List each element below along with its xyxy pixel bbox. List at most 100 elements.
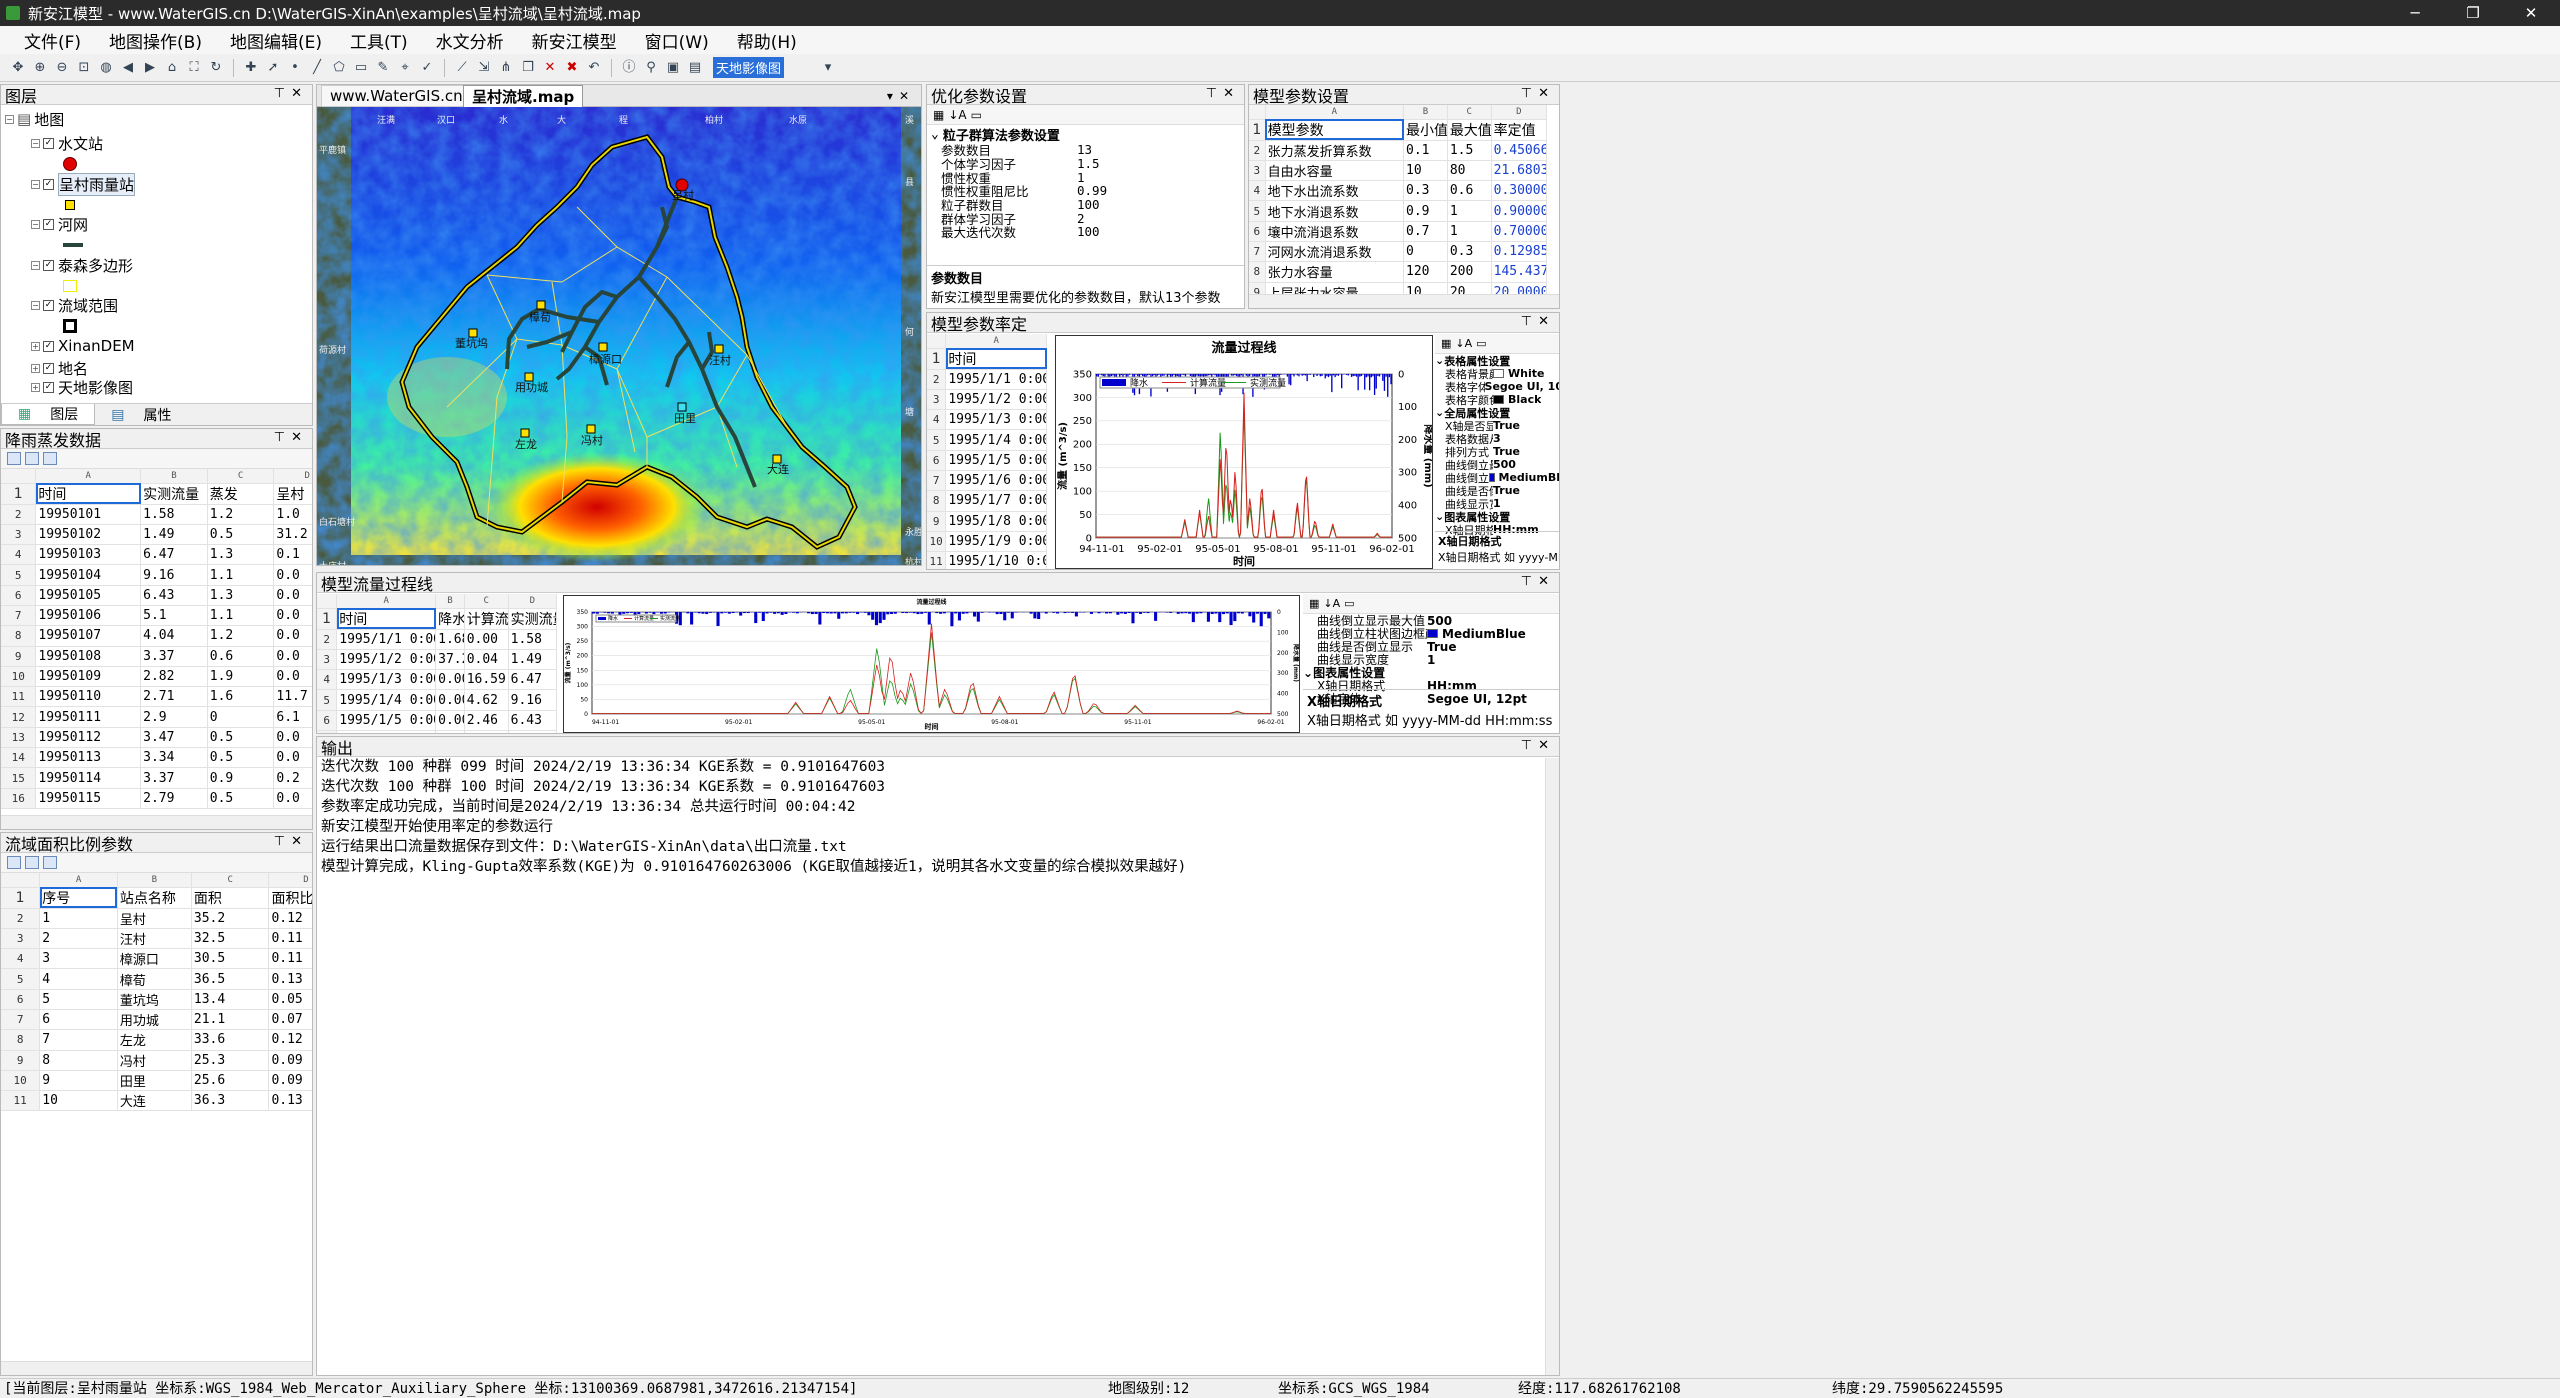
table-cell[interactable]: 董坑坞	[117, 989, 191, 1009]
table-cell[interactable]: 0.6	[207, 646, 274, 666]
column-letter[interactable]: D	[269, 873, 313, 887]
table-cell[interactable]: 0.05	[269, 989, 313, 1009]
header-cell[interactable]: 模型参数	[1265, 119, 1403, 140]
table-cell[interactable]: 33.6	[191, 1030, 269, 1050]
table-cell[interactable]: 0.0	[274, 666, 313, 686]
table-cell[interactable]: 1.1	[207, 565, 274, 585]
table-cell[interactable]: 左龙	[117, 1030, 191, 1050]
edit-icon[interactable]: ✎	[375, 60, 391, 76]
table-cell[interactable]: 0	[1404, 241, 1448, 261]
table-cell[interactable]: 0.13	[269, 969, 313, 989]
panel-pin-close-icon[interactable]: ⊤✕	[274, 86, 308, 101]
table-cell[interactable]: 0.0	[274, 646, 313, 666]
menu-tools[interactable]: 工具(T)	[336, 28, 422, 53]
column-letter[interactable]: B	[117, 873, 191, 887]
table-cell[interactable]: 地下水出流系数	[1265, 181, 1403, 201]
table-cell[interactable]: 0.3	[1404, 181, 1448, 201]
table-cell[interactable]: 1995/1/1 0:00:00	[946, 369, 1047, 389]
table-cell[interactable]: 2.9	[141, 707, 208, 727]
table-cell[interactable]: 6	[40, 1009, 118, 1029]
panel-pin-close-icon[interactable]: ⊤✕	[1521, 86, 1555, 101]
header-cell[interactable]: 面积比例	[269, 887, 313, 908]
table-cell[interactable]: 1.58	[141, 504, 208, 524]
corner-cell[interactable]	[1, 469, 36, 483]
expand-icon[interactable]: +	[31, 342, 40, 351]
table-cell[interactable]: 36.3	[191, 1091, 269, 1111]
table-cell[interactable]: 地下水消退系数	[1265, 201, 1403, 221]
table-cell[interactable]: 1.3	[207, 545, 274, 565]
table-cell[interactable]: 1995/1/4 0:00:00	[946, 430, 1047, 450]
table-cell[interactable]: 1.68	[436, 629, 465, 649]
export-icon[interactable]	[43, 856, 57, 869]
table-cell[interactable]: 0.00	[436, 670, 465, 690]
table-cell[interactable]: 19950110	[36, 687, 141, 707]
table-cell[interactable]: 1	[1447, 221, 1491, 241]
table-cell[interactable]: 3.37	[141, 646, 208, 666]
table-cell[interactable]: 1.1	[207, 605, 274, 625]
binoculars-icon[interactable]: ⚲	[643, 60, 659, 76]
column-letter[interactable]: C	[464, 594, 508, 608]
header-cell[interactable]: 最大值	[1447, 119, 1491, 140]
header-cell[interactable]: 最小值	[1404, 119, 1448, 140]
table-cell[interactable]: 32.5	[191, 928, 269, 948]
table-cell[interactable]: 19950112	[36, 727, 141, 747]
column-letter[interactable]: A	[946, 334, 1047, 348]
table-cell[interactable]: 1995/1/7 0:00:00	[946, 491, 1047, 511]
layer-root[interactable]: −▤地图	[1, 107, 312, 132]
sort-alpha-icon[interactable]: ↓A	[1455, 337, 1472, 350]
property-value[interactable]: 1	[1427, 653, 1435, 667]
property-value[interactable]: True	[1493, 419, 1520, 432]
snap-icon[interactable]: ⋔	[498, 60, 514, 76]
property-row[interactable]: 最大迭代次数100	[927, 225, 1244, 239]
identify-icon[interactable]: ⓘ	[621, 60, 637, 76]
table-cell[interactable]: 田里	[117, 1070, 191, 1090]
collapse-icon[interactable]: −	[31, 301, 40, 310]
table-cell[interactable]: 13.4	[191, 989, 269, 1009]
table-cell[interactable]: 0.9	[207, 768, 274, 788]
table-cell[interactable]: 1.5	[1447, 140, 1491, 160]
table-cell[interactable]: 19950115	[36, 788, 141, 808]
table-cell[interactable]: 0.00	[436, 710, 465, 730]
copy-icon[interactable]: ❐	[520, 60, 536, 76]
header-cell[interactable]: 站点名称	[117, 887, 191, 908]
refresh-icon[interactable]: ↻	[208, 60, 224, 76]
table-cell[interactable]: 11.7	[274, 687, 313, 707]
add-row-icon[interactable]	[7, 856, 21, 869]
header-cell[interactable]: 率定值	[1491, 119, 1546, 140]
table-cell[interactable]: 2.79	[141, 788, 208, 808]
layer-checkbox[interactable]: ✓	[43, 138, 54, 149]
header-cell[interactable]: 时间	[337, 608, 436, 629]
table-cell[interactable]: 冯村	[117, 1050, 191, 1070]
table-cell[interactable]: 0.1	[1404, 140, 1448, 160]
table-cell[interactable]: 19950103	[36, 545, 141, 565]
table-cell[interactable]: 壤中流消退系数	[1265, 221, 1403, 241]
table-cell[interactable]: 19950107	[36, 626, 141, 646]
collapse-icon[interactable]: −	[31, 180, 40, 189]
table-cell[interactable]: 0.0	[274, 585, 313, 605]
property-value[interactable]: MediumBl	[1489, 471, 1560, 484]
table-cell[interactable]: 25.6	[191, 1070, 269, 1090]
header-cell[interactable]: 实测流量	[508, 608, 556, 629]
tab-watergis[interactable]: www.WaterGIS.cn	[321, 85, 472, 107]
column-letter[interactable]: B	[436, 594, 465, 608]
tab-properties[interactable]: ▤属性	[95, 404, 187, 425]
table-cell[interactable]: 4.62	[464, 690, 508, 710]
layer-item-basemap[interactable]: +✓天地影像图	[1, 378, 312, 397]
layer-item-basin[interactable]: −✓流域范围	[1, 294, 312, 319]
rain-station-marker[interactable]	[773, 455, 781, 463]
export-icon[interactable]	[43, 452, 57, 465]
table-cell[interactable]: 1.9	[207, 666, 274, 686]
table-cell[interactable]: 19950113	[36, 748, 141, 768]
table-cell[interactable]: 8	[40, 1050, 118, 1070]
column-letter[interactable]: B	[141, 469, 208, 483]
table-cell[interactable]: 0.00	[464, 629, 508, 649]
table-cell[interactable]: 10	[40, 1091, 118, 1111]
table-cell[interactable]: 4	[40, 969, 118, 989]
header-cell[interactable]: 降水	[436, 608, 465, 629]
table-cell[interactable]: 5.1	[508, 730, 556, 734]
table-cell[interactable]: 0.00	[436, 730, 465, 734]
table-cell[interactable]: 自由水容量	[1265, 160, 1403, 180]
property-pages-icon[interactable]: ▭	[1476, 337, 1486, 350]
vertex-icon[interactable]: ⌖	[397, 60, 413, 76]
expand-icon[interactable]: +	[31, 364, 40, 373]
